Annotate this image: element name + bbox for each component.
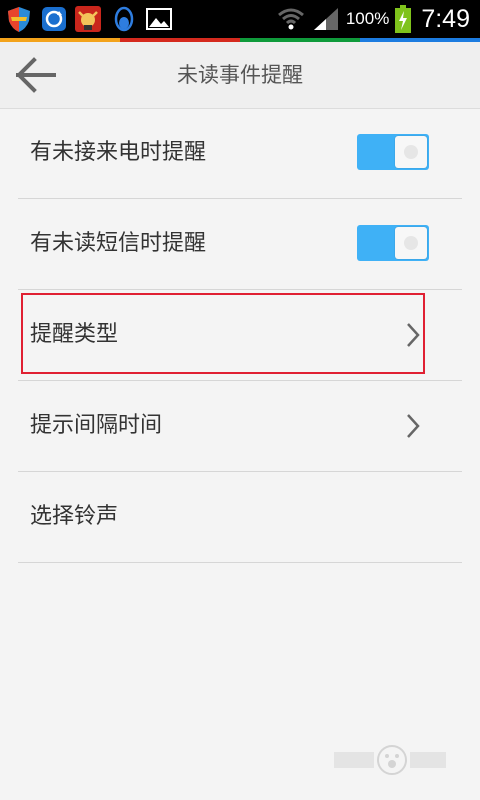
setting-row-ringtone[interactable]: 选择铃声 bbox=[18, 472, 462, 563]
qq-penguin-icon bbox=[114, 6, 134, 32]
setting-row-interval[interactable]: 提示间隔时间 bbox=[18, 381, 462, 472]
cow-app-icon bbox=[75, 6, 101, 32]
setting-label: 有未读短信时提醒 bbox=[30, 231, 207, 256]
unread-sms-toggle[interactable] bbox=[357, 225, 429, 261]
battery-percent: 100% bbox=[345, 9, 390, 28]
shield-app-icon bbox=[8, 7, 30, 32]
status-bar: 100% 7:49 bbox=[0, 0, 480, 38]
clock: 7:49 bbox=[421, 4, 470, 33]
missed-call-toggle[interactable] bbox=[357, 134, 429, 170]
toggle-knob bbox=[395, 136, 427, 168]
setting-label: 提示间隔时间 bbox=[30, 413, 163, 438]
page-title: 未读事件提醒 bbox=[177, 63, 303, 87]
signal-icon bbox=[313, 8, 338, 30]
sync-app-icon bbox=[42, 7, 66, 31]
toggle-knob bbox=[395, 227, 427, 259]
settings-list: 有未接来电时提醒 有未读短信时提醒 提醒类型 提示间隔时间 选择铃声 bbox=[18, 108, 462, 563]
setting-row-missed-call[interactable]: 有未接来电时提醒 bbox=[18, 108, 462, 199]
setting-row-unread-sms[interactable]: 有未读短信时提醒 bbox=[18, 199, 462, 290]
chevron-right-icon bbox=[407, 414, 420, 438]
setting-row-reminder-type[interactable]: 提醒类型 bbox=[18, 290, 462, 381]
baidu-watermark-logo bbox=[334, 745, 446, 775]
chevron-right-icon bbox=[407, 323, 420, 347]
setting-label: 选择铃声 bbox=[30, 504, 119, 529]
gallery-image-icon bbox=[146, 8, 172, 30]
setting-label: 有未接来电时提醒 bbox=[30, 140, 207, 165]
battery-charging-icon bbox=[395, 5, 412, 33]
app-header: 未读事件提醒 bbox=[0, 42, 480, 109]
setting-label: 提醒类型 bbox=[30, 322, 119, 347]
wifi-icon bbox=[277, 8, 304, 30]
